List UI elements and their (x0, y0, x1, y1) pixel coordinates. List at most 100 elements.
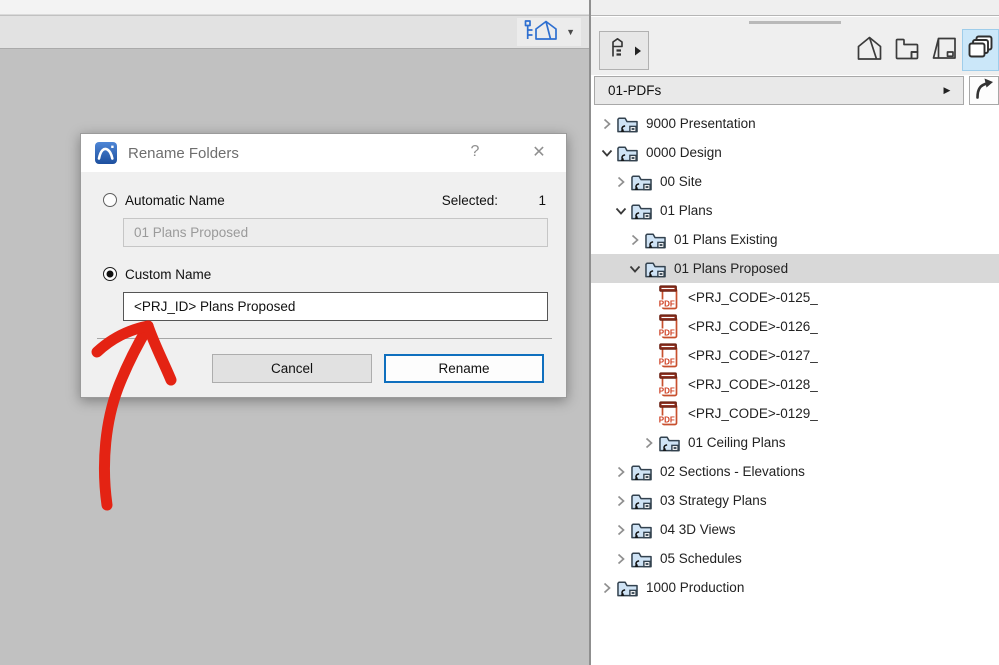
selected-count: 1 (538, 193, 546, 208)
panel-grip-handle[interactable] (749, 21, 841, 24)
chevron-down-icon[interactable] (627, 265, 643, 273)
rename-button[interactable]: Rename (384, 354, 544, 383)
path-row: 01-PDFs ▶ (594, 76, 999, 105)
publisher-set-name: 01-PDFs (608, 83, 662, 98)
map-tab-project-map[interactable] (851, 29, 888, 71)
tree-item[interactable]: 03 Strategy Plans (591, 486, 999, 515)
tree-item[interactable]: 01 Plans Proposed (591, 254, 999, 283)
tree-item[interactable]: PDF <PRJ_CODE>-0126_ (591, 312, 999, 341)
tree-item-label: 9000 Presentation (646, 116, 756, 131)
chevron-right-icon[interactable] (599, 118, 615, 130)
dialog-title: Rename Folders (128, 144, 239, 162)
pdf-file-icon: PDF (657, 372, 681, 397)
tree-item[interactable]: 00 Site (591, 167, 999, 196)
svg-text:PDF: PDF (659, 387, 675, 396)
chevron-right-icon: ▶ (943, 85, 951, 95)
tree-item-label: 01 Plans Existing (674, 232, 778, 247)
tree-item-label: 01 Plans Proposed (674, 261, 789, 276)
tree-item[interactable]: 04 3D Views (591, 515, 999, 544)
navigator-flyout-button[interactable]: ▼ (517, 18, 581, 46)
publisher-folder-icon (615, 578, 639, 598)
up-one-level-button[interactable] (969, 76, 999, 105)
pdf-file-icon: PDF (657, 401, 681, 426)
tree-item[interactable]: 01 Plans (591, 196, 999, 225)
publisher-folder-icon (615, 114, 639, 134)
close-icon[interactable]: ✕ (527, 142, 551, 162)
tree-item-label: 01 Ceiling Plans (688, 435, 786, 450)
custom-name-radio[interactable] (103, 267, 117, 281)
svg-text:PDF: PDF (659, 358, 675, 367)
tree-item[interactable]: 0000 Design (591, 138, 999, 167)
project-chooser-button[interactable] (599, 31, 649, 70)
tree-item[interactable]: 01 Plans Existing (591, 225, 999, 254)
tab-bar: ▼ (0, 16, 589, 49)
tree-item-label: <PRJ_CODE>-0128_ (688, 377, 818, 392)
automatic-name-option[interactable]: Automatic Name (103, 191, 225, 209)
tree-item[interactable]: PDF <PRJ_CODE>-0128_ (591, 370, 999, 399)
automatic-name-label: Automatic Name (125, 192, 225, 208)
window-top-strip (0, 0, 589, 15)
chevron-right-icon[interactable] (599, 582, 615, 594)
tree-item[interactable]: 9000 Presentation (591, 109, 999, 138)
publisher-folder-icon (629, 462, 653, 482)
tree-item-label: <PRJ_CODE>-0126_ (688, 319, 818, 334)
tree-item[interactable]: 01 Ceiling Plans (591, 428, 999, 457)
cancel-button[interactable]: Cancel (212, 354, 372, 383)
tree-item-label: 05 Schedules (660, 551, 742, 566)
svg-text:PDF: PDF (659, 416, 675, 425)
map-tab-view-map[interactable] (888, 29, 925, 71)
pdf-file-icon: PDF (657, 285, 681, 310)
publisher-folder-icon (629, 520, 653, 540)
tree-item[interactable]: PDF <PRJ_CODE>-0129_ (591, 399, 999, 428)
chevron-right-icon[interactable] (613, 176, 629, 188)
pdf-file-icon: PDF (657, 343, 681, 368)
custom-name-option[interactable]: Custom Name (103, 265, 211, 283)
pdf-file-icon: PDF (657, 314, 681, 339)
map-tab-publisher-sets[interactable] (962, 29, 999, 71)
svg-text:PDF: PDF (659, 329, 675, 338)
help-button[interactable]: ? (464, 143, 486, 161)
flyout-arrow-icon (634, 46, 641, 55)
chevron-right-icon[interactable] (641, 437, 657, 449)
svg-text:PDF: PDF (659, 300, 675, 309)
chevron-down-icon[interactable] (599, 149, 615, 157)
tree-item-label: <PRJ_CODE>-0129_ (688, 406, 818, 421)
selected-label: Selected: (441, 193, 498, 208)
map-icon-bar (851, 29, 999, 71)
publisher-tree: 9000 Presentation 0000 Design 00 Site 01 Pl… (591, 109, 999, 665)
tree-item[interactable]: 02 Sections - Elevations (591, 457, 999, 486)
chevron-right-icon[interactable] (627, 234, 643, 246)
tree-item[interactable]: 05 Schedules (591, 544, 999, 573)
automatic-name-field (123, 218, 548, 247)
dialog-titlebar[interactable]: Rename Folders (81, 134, 566, 172)
navigator-toolbar (591, 17, 999, 75)
chevron-down-icon[interactable] (613, 207, 629, 215)
tree-item-label: <PRJ_CODE>-0127_ (688, 348, 818, 363)
publisher-folder-icon (643, 259, 667, 279)
chevron-right-icon[interactable] (613, 524, 629, 536)
publisher-sets-icon (966, 34, 996, 67)
custom-name-input[interactable] (123, 292, 548, 321)
custom-name-label: Custom Name (125, 266, 212, 282)
tree-item-label: <PRJ_CODE>-0125_ (688, 290, 818, 305)
tree-item-label: 1000 Production (646, 580, 745, 595)
chevron-right-icon[interactable] (613, 495, 629, 507)
publisher-set-selector[interactable]: 01-PDFs ▶ (594, 76, 965, 105)
dialog-divider (97, 338, 552, 339)
publisher-folder-icon (629, 491, 653, 511)
publisher-folder-icon (643, 230, 667, 250)
up-one-level-icon (973, 77, 995, 104)
chevron-right-icon[interactable] (613, 466, 629, 478)
automatic-name-radio[interactable] (103, 193, 117, 207)
publisher-folder-icon (629, 172, 653, 192)
chevron-right-icon[interactable] (613, 553, 629, 565)
tree-item[interactable]: PDF <PRJ_CODE>-0125_ (591, 283, 999, 312)
map-tab-layout-book[interactable] (925, 29, 962, 71)
publisher-folder-icon (657, 433, 681, 453)
tree-item-label: 0000 Design (646, 145, 722, 160)
tree-item[interactable]: PDF <PRJ_CODE>-0127_ (591, 341, 999, 370)
tree-item[interactable]: 1000 Production (591, 573, 999, 602)
layout-book-icon (929, 35, 959, 66)
tree-item-label: 00 Site (660, 174, 703, 189)
tree-item-label: 01 Plans (660, 203, 713, 218)
